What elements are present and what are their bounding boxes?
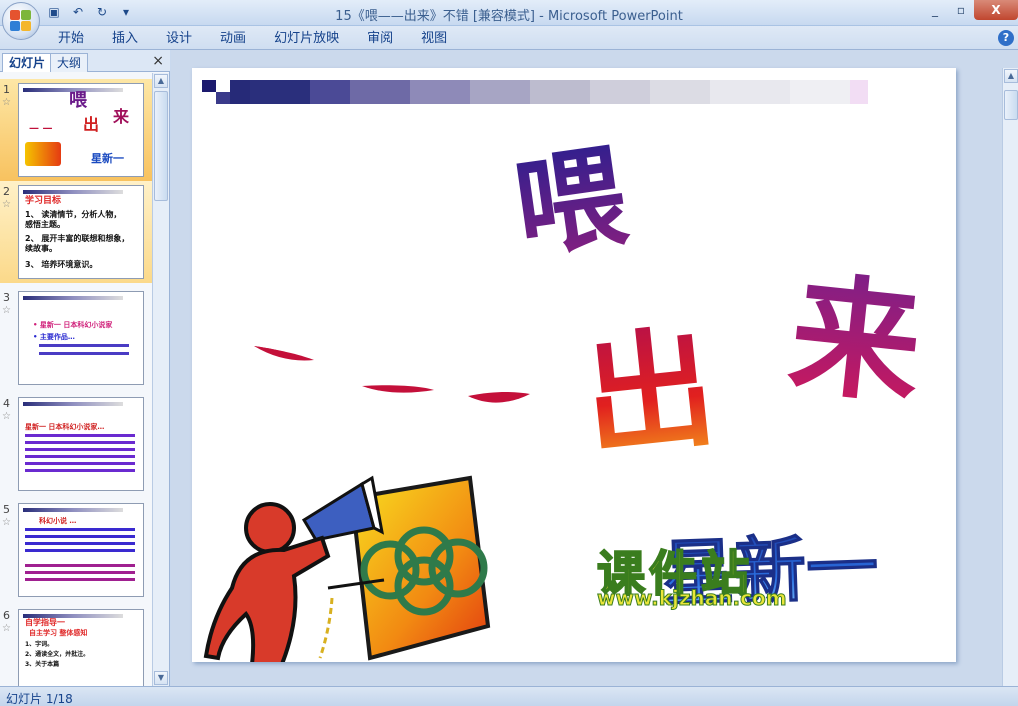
undo-icon[interactable]: ↶: [68, 3, 88, 21]
quick-access-toolbar: ▣ ↶ ↻ ▾: [44, 3, 136, 21]
save-icon[interactable]: ▣: [44, 3, 64, 21]
office-button[interactable]: [2, 2, 40, 40]
redo-icon[interactable]: ↻: [92, 3, 112, 21]
tab-design[interactable]: 设计: [152, 30, 206, 48]
panel-close-icon[interactable]: ×: [152, 53, 164, 69]
window-controls: _ ▫ X: [922, 0, 1018, 20]
watermark-url: www.kjzhan.com: [597, 586, 788, 611]
tab-slides[interactable]: 幻灯片: [2, 53, 53, 72]
slide-thumbnail-2[interactable]: 2 ☆ 学习目标 1、 读清情节，分析人物， 感悟主题。 2、 展开丰富的联想和…: [0, 181, 152, 283]
tab-review[interactable]: 审阅: [353, 30, 407, 48]
slide-number: 2: [3, 185, 10, 198]
title-char-wei: 喂: [507, 131, 635, 273]
scroll-down-icon[interactable]: ▼: [154, 671, 168, 685]
slide-artwork: 喂 出 来 星新一: [202, 80, 928, 662]
slides-panel: 幻灯片 大纲 × 1 ☆ 喂 — — 出 来 星新一 2 ☆ 学习目标 1、 读…: [0, 50, 170, 686]
title-char-chu: 出: [577, 311, 722, 476]
tab-outline[interactable]: 大纲: [50, 53, 89, 72]
slide-number: 4: [3, 397, 10, 410]
scroll-up-icon[interactable]: ▲: [154, 74, 168, 88]
window-title: 15《喂——出来》不错 [兼容模式] - Microsoft PowerPoin…: [335, 9, 683, 24]
customize-qat-icon[interactable]: ▾: [116, 3, 136, 21]
ribbon-tabs-bar: 开始 插入 设计 动画 幻灯片放映 审阅 视图 ?: [0, 26, 1018, 50]
slide-indicator: 幻灯片 1/18: [6, 692, 73, 706]
minimize-button[interactable]: _: [922, 0, 948, 20]
header-strip: [202, 80, 868, 104]
slide-number: 1: [3, 83, 10, 96]
scroll-up-icon[interactable]: ▲: [1004, 69, 1018, 83]
office-logo-icon: [10, 10, 32, 32]
panel-tabs: 幻灯片 大纲 ×: [0, 50, 170, 72]
slide-thumbnail-3[interactable]: 3 ☆ • 星新一 日本科幻小说家 • 主要作品…: [0, 287, 152, 389]
close-button[interactable]: X: [974, 0, 1018, 20]
slide-number: 3: [3, 291, 10, 304]
slide-thumbnail-1[interactable]: 1 ☆ 喂 — — 出 来 星新一: [0, 79, 152, 181]
tab-view[interactable]: 视图: [407, 30, 461, 48]
animation-star-icon: ☆: [2, 199, 11, 210]
slide-thumbnail-4[interactable]: 4 ☆ 星新一 日本科幻小说家…: [0, 393, 152, 495]
thumbnail-image: 喂 — — 出 来 星新一: [18, 83, 144, 177]
help-icon[interactable]: ?: [998, 30, 1014, 46]
thumbnail-image: 学习目标 1、 读清情节，分析人物， 感悟主题。 2、 展开丰富的联想和想象， …: [18, 185, 144, 279]
title-char-lai: 来: [783, 258, 928, 423]
thumbnail-image: 星新一 日本科幻小说家…: [18, 397, 144, 491]
slide-thumbnail-5[interactable]: 5 ☆ 科幻小说 …: [0, 499, 152, 601]
thumbnail-image: 自学指导一 自主学习 整体感知 1、字词。 2、通读全文，并批注。 3、关于本篇: [18, 609, 144, 686]
scroll-thumb[interactable]: [154, 91, 168, 201]
slide-thumbnails: 1 ☆ 喂 — — 出 来 星新一 2 ☆ 学习目标 1、 读清情节，分析人物，…: [0, 73, 152, 686]
status-bar: 幻灯片 1/18: [0, 686, 1018, 706]
tab-home[interactable]: 开始: [44, 30, 98, 48]
tab-insert[interactable]: 插入: [98, 30, 152, 48]
megaphone-clipart: [203, 475, 491, 662]
slide-scrollbar[interactable]: ▲: [1002, 68, 1018, 686]
thumbnail-image: 科幻小说 …: [18, 503, 144, 597]
title-bar: ▣ ↶ ↻ ▾ 15《喂——出来》不错 [兼容模式] - Microsoft P…: [0, 0, 1018, 26]
slide-thumbnail-6[interactable]: 6 ☆ 自学指导一 自主学习 整体感知 1、字词。 2、通读全文，并批注。 3、…: [0, 605, 152, 686]
slide-number: 5: [3, 503, 10, 516]
animation-star-icon: ☆: [2, 623, 11, 634]
current-slide[interactable]: 喂 出 来 星新一: [192, 68, 956, 662]
tab-animations[interactable]: 动画: [206, 30, 260, 48]
slide-number: 6: [3, 609, 10, 622]
thumbnails-scrollbar[interactable]: ▲ ▼: [152, 73, 169, 686]
animation-star-icon: ☆: [2, 97, 11, 108]
tab-slideshow[interactable]: 幻灯片放映: [260, 30, 353, 48]
scroll-thumb[interactable]: [1004, 90, 1018, 120]
restore-button[interactable]: ▫: [948, 0, 974, 20]
animation-star-icon: ☆: [2, 305, 11, 316]
thumbnail-image: • 星新一 日本科幻小说家 • 主要作品…: [18, 291, 144, 385]
animation-star-icon: ☆: [2, 517, 11, 528]
slide-editor: 喂 出 来 星新一 ▲: [171, 50, 1018, 686]
animation-star-icon: ☆: [2, 411, 11, 422]
